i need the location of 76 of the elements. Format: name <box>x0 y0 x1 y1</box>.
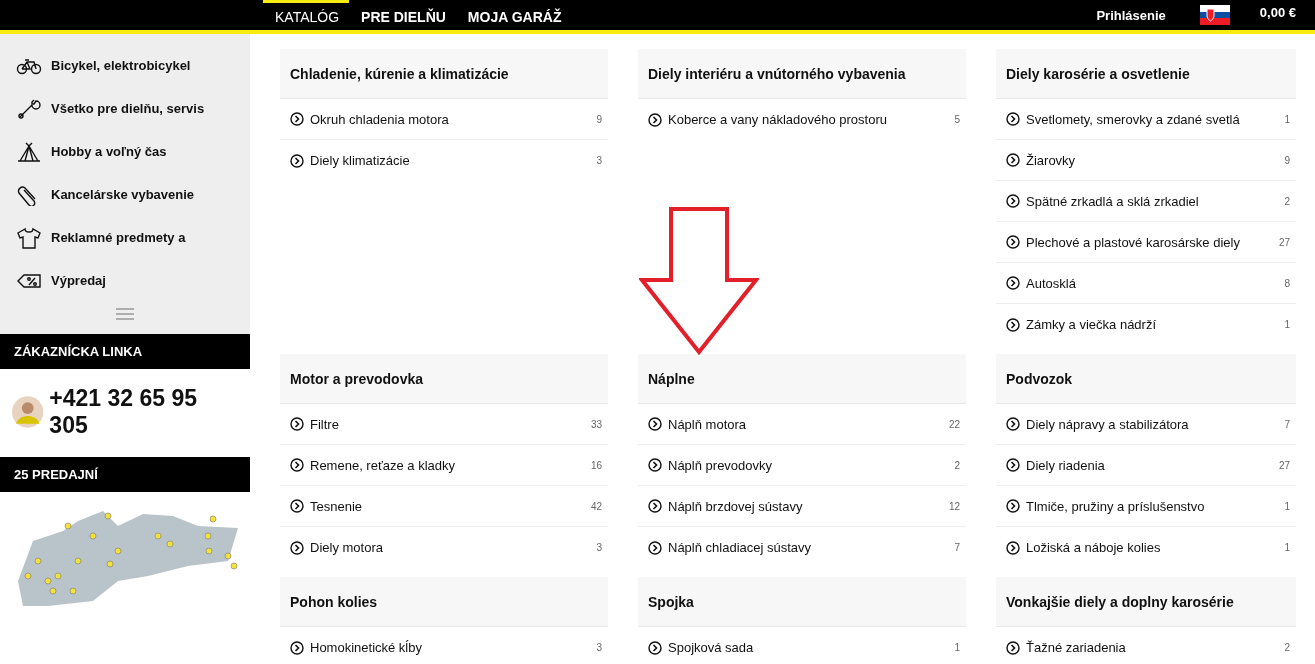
category-title: Pohon kolies <box>280 577 608 627</box>
cart-total[interactable]: 0,00 € <box>1259 4 1296 20</box>
nav-tab[interactable]: KATALÓG <box>263 0 350 30</box>
subcategory-link[interactable]: Tlmiče, pružiny a príslušenstvo 1 <box>996 486 1296 527</box>
sidebar-item[interactable]: Reklamné predmety a <box>0 216 250 259</box>
subcategory-link[interactable]: Ložiská a náboje kolies 1 <box>996 527 1296 568</box>
login-link[interactable]: Prihlásenie <box>1096 7 1166 23</box>
chevron-circle-icon <box>290 540 304 555</box>
category-title: Diely karosérie a osvetlenie <box>996 49 1296 99</box>
subcategory-link[interactable]: Diely nápravy a stabilizátora 7 <box>996 404 1296 445</box>
tshirt-icon <box>16 226 42 249</box>
chevron-circle-icon <box>1006 499 1020 513</box>
chevron-circle-icon <box>648 640 662 655</box>
chevron-circle-icon <box>1006 194 1020 208</box>
subcategory-link[interactable]: Okruh chladenia motora 9 <box>280 99 608 140</box>
subcategory-link[interactable]: Svetlomety, smerovky a zdané svetlá 1 <box>996 99 1296 140</box>
subcategory-link[interactable]: Žiarovky 9 <box>996 140 1296 181</box>
sidebar-item[interactable]: Hobby a voľný čas <box>0 130 250 173</box>
subcategory-link[interactable]: Tesnenie 42 <box>280 486 608 527</box>
phone-number: +421 32 65 95 305 <box>49 385 199 439</box>
subcategory-link[interactable]: Spojková sada 1 <box>638 627 966 664</box>
nav-tab[interactable]: MOJA GARÁŽ <box>455 0 572 30</box>
chevron-circle-icon <box>648 112 662 127</box>
chevron-circle-icon <box>290 153 304 168</box>
sidebar-item[interactable]: Kancelárske vybavenie <box>0 173 250 216</box>
chevron-circle-icon <box>1006 540 1020 555</box>
chevron-circle-icon <box>1006 112 1020 126</box>
sidebar-item[interactable]: Výpredaj <box>0 259 250 302</box>
subcategory-link[interactable]: Diely riadenia 27 <box>996 445 1296 486</box>
subcategory-link[interactable]: Náplň brzdovej sústavy 12 <box>638 486 966 527</box>
avatar-icon <box>12 396 44 428</box>
chevron-circle-icon <box>1006 153 1020 167</box>
chevron-circle-icon <box>648 458 662 472</box>
tent-icon <box>16 140 42 163</box>
category-title: Spojka <box>638 577 966 627</box>
category-title: Motor a prevodovka <box>280 354 608 404</box>
wrench-icon <box>16 97 42 120</box>
chevron-circle-icon <box>1006 276 1020 290</box>
subcategory-link[interactable]: Koberce a vany nákladového prostoru 5 <box>638 99 966 140</box>
subcategory-link[interactable]: Diely klimatizácie 3 <box>280 140 608 181</box>
subcategory-link[interactable]: Náplň motora 22 <box>638 404 966 445</box>
category-title: Diely interiéru a vnútorného vybavenia <box>638 49 966 99</box>
chevron-circle-icon <box>1006 458 1020 472</box>
subcategory-link[interactable]: Spätné zrkadlá a sklá zrkadiel 2 <box>996 181 1296 222</box>
sidebar-item[interactable]: Bicykel, elektrobicykel <box>0 44 250 87</box>
chevron-circle-icon <box>290 458 304 472</box>
subcategory-link[interactable]: Autosklá 8 <box>996 263 1296 304</box>
sidebar-item[interactable]: Všetko pre dielňu, servis <box>0 87 250 130</box>
chevron-circle-icon <box>1006 640 1020 655</box>
chevron-circle-icon <box>648 540 662 555</box>
subcategory-link[interactable]: Filtre 33 <box>280 404 608 445</box>
chevron-circle-icon <box>1006 235 1020 249</box>
subcategory-link[interactable]: Náplň prevodovky 2 <box>638 445 966 486</box>
subcategory-link[interactable]: Plechové a plastové karosárske diely 27 <box>996 222 1296 263</box>
subcategory-link[interactable]: Homokinetické kĺby 3 <box>280 627 608 664</box>
chevron-circle-icon <box>290 499 304 513</box>
category-title: Chladenie, kúrenie a klimatizácie <box>280 49 608 99</box>
subcategory-link[interactable]: Remene, reťaze a kladky 16 <box>280 445 608 486</box>
flag-icon[interactable] <box>1199 5 1230 25</box>
category-title: Náplne <box>638 354 966 404</box>
chevron-circle-icon <box>290 417 304 431</box>
section-heading: ZÁKAZNÍCKA LINKA <box>0 334 250 369</box>
category-title: Podvozok <box>996 354 1296 404</box>
chevron-circle-icon <box>648 417 662 431</box>
chevron-circle-icon <box>290 640 304 655</box>
category-title: Vonkajšie diely a doplny karosérie <box>996 577 1296 627</box>
subcategory-link[interactable]: Náplň chladiacej sústavy 7 <box>638 527 966 568</box>
chevron-circle-icon <box>1006 317 1020 332</box>
subcategory-link[interactable]: Zámky a viečka nádrží 1 <box>996 304 1296 345</box>
nav-tab[interactable]: PRE DIELŇU <box>349 0 456 30</box>
section-heading: 25 PREDAJNÍ <box>0 457 250 492</box>
subcategory-link[interactable]: Ťažné zariadenia 2 <box>996 627 1296 664</box>
chevron-circle-icon <box>290 112 304 126</box>
chevron-circle-icon <box>648 499 662 513</box>
chevron-circle-icon <box>1006 417 1020 431</box>
subcategory-link[interactable]: Diely motora 3 <box>280 527 608 568</box>
